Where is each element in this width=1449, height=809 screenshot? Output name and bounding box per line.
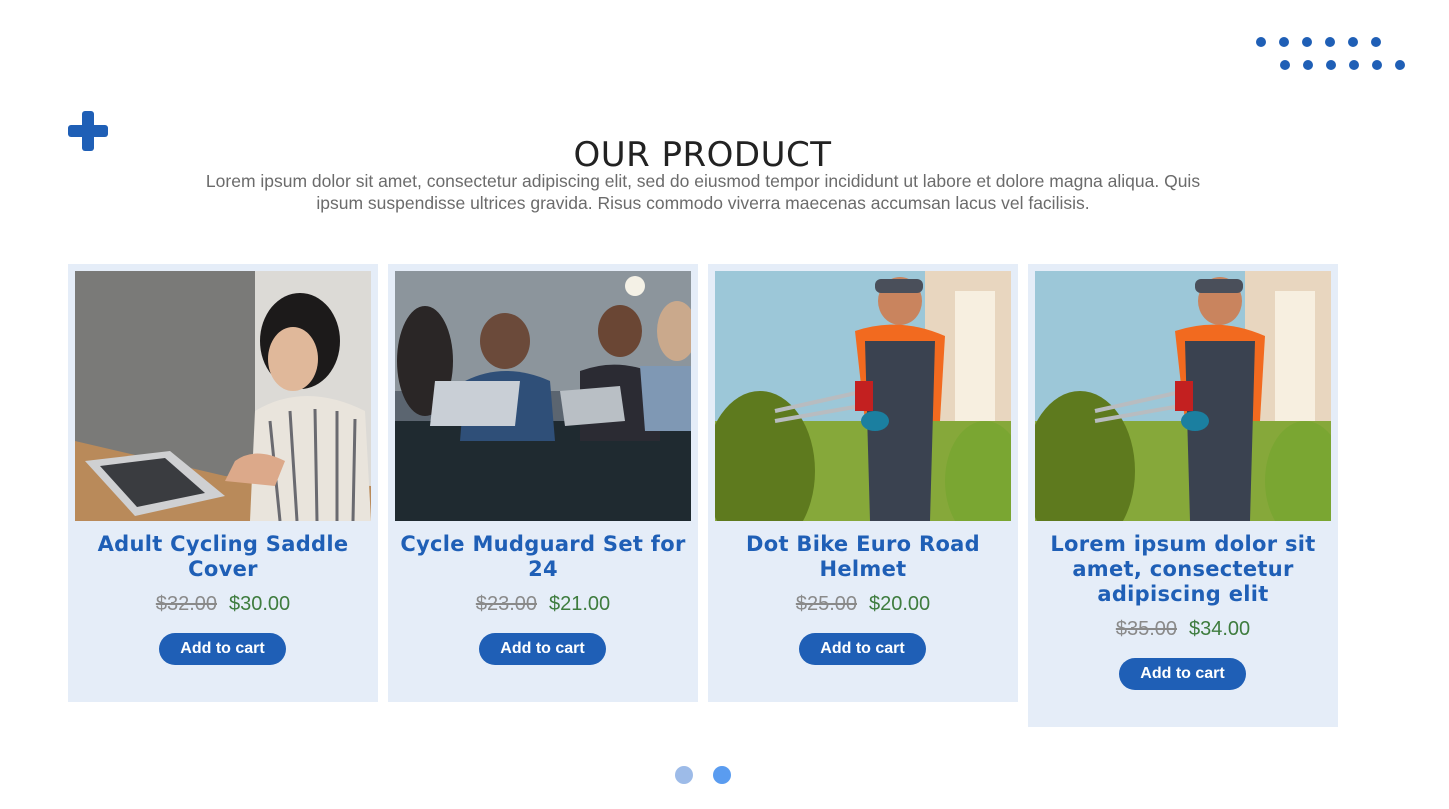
pagination-dot-1[interactable] [675, 766, 693, 784]
original-price: $35.00 [1115, 618, 1177, 640]
product-name[interactable]: Adult Cycling Saddle Cover [78, 532, 368, 582]
add-to-cart-button[interactable]: Add to cart [159, 633, 286, 665]
original-price: $23.00 [475, 593, 537, 615]
original-price: $32.00 [155, 593, 217, 615]
add-to-cart-button[interactable]: Add to cart [1119, 658, 1246, 690]
product-image[interactable] [75, 271, 371, 521]
product-price: $25.00 $20.00 [708, 593, 1018, 616]
section-subtitle: Lorem ipsum dolor sit amet, consectetur … [205, 171, 1201, 213]
pagination-dot-2[interactable] [713, 766, 731, 784]
original-price: $25.00 [795, 593, 857, 615]
add-to-cart-button[interactable]: Add to cart [799, 633, 926, 665]
product-name[interactable]: Dot Bike Euro Road Helmet [718, 532, 1008, 582]
product-name[interactable]: Cycle Mudguard Set for 24 [398, 532, 688, 582]
sale-price: $30.00 [229, 593, 291, 615]
product-image[interactable] [395, 271, 691, 521]
carousel-pagination [675, 766, 735, 786]
product-name[interactable]: Lorem ipsum dolor sit amet, consectetur … [1038, 532, 1328, 607]
product-card: Adult Cycling Saddle Cover $32.00 $30.00 … [68, 264, 378, 702]
decorative-dots [1256, 37, 1406, 77]
sale-price: $34.00 [1189, 618, 1251, 640]
sale-price: $20.00 [869, 593, 931, 615]
product-card: Cycle Mudguard Set for 24 $23.00 $21.00 A… [388, 264, 698, 702]
product-price: $23.00 $21.00 [388, 593, 698, 616]
sale-price: $21.00 [549, 593, 611, 615]
product-image[interactable] [1035, 271, 1331, 521]
product-price: $32.00 $30.00 [68, 593, 378, 616]
product-price: $35.00 $34.00 [1028, 618, 1338, 641]
section-title: OUR PRODUCT [573, 134, 832, 175]
product-card: Lorem ipsum dolor sit amet, consectetur … [1028, 264, 1338, 727]
product-card: Dot Bike Euro Road Helmet $25.00 $20.00 A… [708, 264, 1018, 702]
add-to-cart-button[interactable]: Add to cart [479, 633, 606, 665]
product-image[interactable] [715, 271, 1011, 521]
